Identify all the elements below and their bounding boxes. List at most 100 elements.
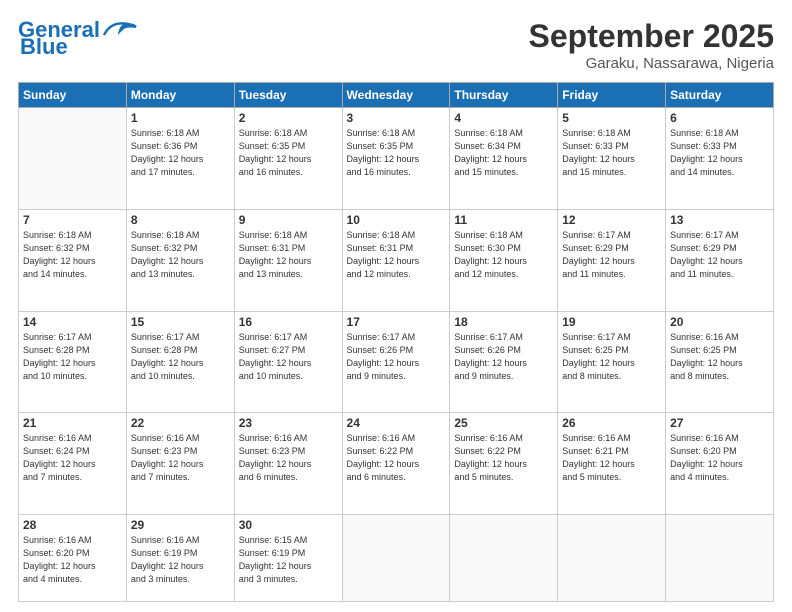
day-number: 20 <box>670 315 769 329</box>
header-wednesday: Wednesday <box>342 83 450 108</box>
calendar-cell: 24Sunrise: 6:16 AM Sunset: 6:22 PM Dayli… <box>342 413 450 515</box>
calendar-cell: 22 Sunrise: 6:16 AM Sunset: 6:23 PM Dayli… <box>126 413 234 515</box>
calendar-body: 1 Sunrise: 6:18 AM Sunset: 6:36 PM Daylig… <box>19 108 774 602</box>
day-info: Sunrise: 6:18 AM Sunset: 6:33 PM Dayligh… <box>670 127 769 179</box>
month-title: September 2025 <box>529 18 774 55</box>
day-number: 2 <box>239 111 338 125</box>
day-info: Sunrise: 6:16 AM Sunset: 6:20 PM Dayligh… <box>670 432 769 484</box>
day-info: Sunrise: 6:18 AM Sunset: 6:35 PM Dayligh… <box>347 127 446 179</box>
day-number: 5 <box>562 111 661 125</box>
day-number: 7 <box>23 213 122 227</box>
day-info: Sunrise: 6:18 AM Sunset: 6:32 PM Dayligh… <box>131 229 230 281</box>
day-info: Sunrise: 6:17 AM Sunset: 6:25 PM Dayligh… <box>562 331 661 383</box>
calendar-cell: 26Sunrise: 6:16 AM Sunset: 6:21 PM Dayli… <box>558 413 666 515</box>
calendar-cell: 19 Sunrise: 6:17 AM Sunset: 6:25 PM Dayli… <box>558 311 666 413</box>
logo-wing-icon <box>102 17 138 39</box>
day-info: Sunrise: 6:16 AM Sunset: 6:25 PM Dayligh… <box>670 331 769 383</box>
calendar-cell <box>342 515 450 602</box>
day-info: Sunrise: 6:16 AM Sunset: 6:23 PM Dayligh… <box>239 432 338 484</box>
calendar-cell: 23 Sunrise: 6:16 AM Sunset: 6:23 PM Dayli… <box>234 413 342 515</box>
header-monday: Monday <box>126 83 234 108</box>
day-number: 8 <box>131 213 230 227</box>
day-info: Sunrise: 6:18 AM Sunset: 6:30 PM Dayligh… <box>454 229 553 281</box>
day-number: 22 <box>131 416 230 430</box>
calendar-cell: 28 Sunrise: 6:16 AM Sunset: 6:20 PM Dayli… <box>19 515 127 602</box>
calendar-table: Sunday Monday Tuesday Wednesday Thursday… <box>18 82 774 602</box>
day-info: Sunrise: 6:16 AM Sunset: 6:21 PM Dayligh… <box>562 432 661 484</box>
day-info: Sunrise: 6:18 AM Sunset: 6:31 PM Dayligh… <box>239 229 338 281</box>
logo: General Blue <box>18 18 138 60</box>
calendar-cell: 6 Sunrise: 6:18 AM Sunset: 6:33 PM Daylig… <box>666 108 774 210</box>
calendar-cell: 20 Sunrise: 6:16 AM Sunset: 6:25 PM Dayli… <box>666 311 774 413</box>
calendar-cell: 30Sunrise: 6:15 AM Sunset: 6:19 PM Dayli… <box>234 515 342 602</box>
day-number: 6 <box>670 111 769 125</box>
title-block: September 2025 Garaku, Nassarawa, Nigeri… <box>529 18 774 72</box>
calendar-cell: 3Sunrise: 6:18 AM Sunset: 6:35 PM Daylig… <box>342 108 450 210</box>
header-friday: Friday <box>558 83 666 108</box>
header-thursday: Thursday <box>450 83 558 108</box>
day-number: 17 <box>347 315 446 329</box>
day-number: 16 <box>239 315 338 329</box>
calendar-cell: 11Sunrise: 6:18 AM Sunset: 6:30 PM Dayli… <box>450 209 558 311</box>
day-info: Sunrise: 6:17 AM Sunset: 6:27 PM Dayligh… <box>239 331 338 383</box>
calendar-cell <box>558 515 666 602</box>
logo-blue: Blue <box>20 34 68 60</box>
day-number: 10 <box>347 213 446 227</box>
calendar-cell: 1 Sunrise: 6:18 AM Sunset: 6:36 PM Daylig… <box>126 108 234 210</box>
calendar-cell: 5Sunrise: 6:18 AM Sunset: 6:33 PM Daylig… <box>558 108 666 210</box>
day-info: Sunrise: 6:17 AM Sunset: 6:26 PM Dayligh… <box>347 331 446 383</box>
day-info: Sunrise: 6:17 AM Sunset: 6:26 PM Dayligh… <box>454 331 553 383</box>
day-number: 12 <box>562 213 661 227</box>
header-saturday: Saturday <box>666 83 774 108</box>
calendar-cell: 10 Sunrise: 6:18 AM Sunset: 6:31 PM Dayli… <box>342 209 450 311</box>
calendar-cell: 21 Sunrise: 6:16 AM Sunset: 6:24 PM Dayli… <box>19 413 127 515</box>
calendar-cell: 29Sunrise: 6:16 AM Sunset: 6:19 PM Dayli… <box>126 515 234 602</box>
calendar-cell: 15Sunrise: 6:17 AM Sunset: 6:28 PM Dayli… <box>126 311 234 413</box>
header-tuesday: Tuesday <box>234 83 342 108</box>
day-info: Sunrise: 6:16 AM Sunset: 6:23 PM Dayligh… <box>131 432 230 484</box>
calendar-cell: 16 Sunrise: 6:17 AM Sunset: 6:27 PM Dayli… <box>234 311 342 413</box>
day-info: Sunrise: 6:16 AM Sunset: 6:22 PM Dayligh… <box>454 432 553 484</box>
day-number: 18 <box>454 315 553 329</box>
calendar-cell <box>19 108 127 210</box>
day-number: 14 <box>23 315 122 329</box>
calendar-cell: 7 Sunrise: 6:18 AM Sunset: 6:32 PM Daylig… <box>19 209 127 311</box>
day-info: Sunrise: 6:18 AM Sunset: 6:32 PM Dayligh… <box>23 229 122 281</box>
weekday-header-row: Sunday Monday Tuesday Wednesday Thursday… <box>19 83 774 108</box>
calendar-cell: 27 Sunrise: 6:16 AM Sunset: 6:20 PM Dayli… <box>666 413 774 515</box>
calendar-cell: 14 Sunrise: 6:17 AM Sunset: 6:28 PM Dayli… <box>19 311 127 413</box>
day-number: 28 <box>23 518 122 532</box>
day-info: Sunrise: 6:18 AM Sunset: 6:36 PM Dayligh… <box>131 127 230 179</box>
day-info: Sunrise: 6:18 AM Sunset: 6:31 PM Dayligh… <box>347 229 446 281</box>
calendar-cell: 18 Sunrise: 6:17 AM Sunset: 6:26 PM Dayli… <box>450 311 558 413</box>
calendar-cell: 17 Sunrise: 6:17 AM Sunset: 6:26 PM Dayli… <box>342 311 450 413</box>
calendar-cell: 2 Sunrise: 6:18 AM Sunset: 6:35 PM Daylig… <box>234 108 342 210</box>
day-number: 23 <box>239 416 338 430</box>
calendar-cell: 4 Sunrise: 6:18 AM Sunset: 6:34 PM Daylig… <box>450 108 558 210</box>
day-number: 29 <box>131 518 230 532</box>
day-number: 13 <box>670 213 769 227</box>
day-number: 27 <box>670 416 769 430</box>
calendar-cell: 25 Sunrise: 6:16 AM Sunset: 6:22 PM Dayli… <box>450 413 558 515</box>
day-info: Sunrise: 6:17 AM Sunset: 6:28 PM Dayligh… <box>23 331 122 383</box>
calendar-cell <box>450 515 558 602</box>
calendar-header: Sunday Monday Tuesday Wednesday Thursday… <box>19 83 774 108</box>
day-info: Sunrise: 6:18 AM Sunset: 6:35 PM Dayligh… <box>239 127 338 179</box>
day-info: Sunrise: 6:18 AM Sunset: 6:34 PM Dayligh… <box>454 127 553 179</box>
day-number: 25 <box>454 416 553 430</box>
location-title: Garaku, Nassarawa, Nigeria <box>529 55 774 72</box>
day-number: 19 <box>562 315 661 329</box>
day-number: 15 <box>131 315 230 329</box>
day-number: 1 <box>131 111 230 125</box>
day-number: 9 <box>239 213 338 227</box>
day-info: Sunrise: 6:16 AM Sunset: 6:20 PM Dayligh… <box>23 534 122 586</box>
day-number: 4 <box>454 111 553 125</box>
calendar-cell <box>666 515 774 602</box>
calendar-cell: 8 Sunrise: 6:18 AM Sunset: 6:32 PM Daylig… <box>126 209 234 311</box>
calendar-cell: 12Sunrise: 6:17 AM Sunset: 6:29 PM Dayli… <box>558 209 666 311</box>
day-info: Sunrise: 6:16 AM Sunset: 6:24 PM Dayligh… <box>23 432 122 484</box>
page: General Blue September 2025 Garaku, Nass… <box>0 0 792 612</box>
calendar-cell: 13Sunrise: 6:17 AM Sunset: 6:29 PM Dayli… <box>666 209 774 311</box>
header: General Blue September 2025 Garaku, Nass… <box>18 18 774 72</box>
day-number: 21 <box>23 416 122 430</box>
